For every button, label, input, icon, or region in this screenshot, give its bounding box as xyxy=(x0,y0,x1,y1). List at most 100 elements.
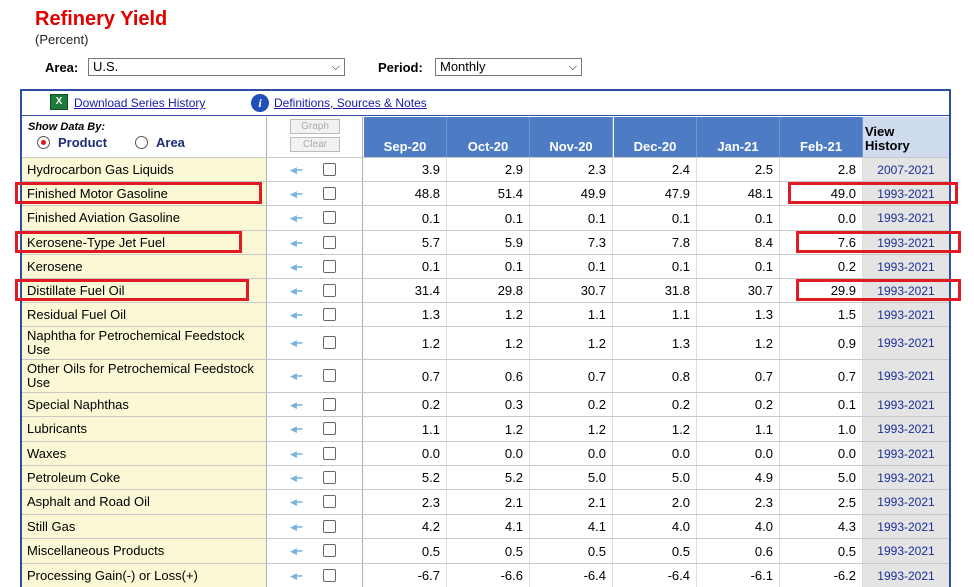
value-cell: 2.5 xyxy=(780,490,863,514)
key-icon[interactable]: ◀━ xyxy=(290,570,302,582)
area-radio-label[interactable]: Area xyxy=(156,135,185,150)
history-link[interactable]: 1993-2021 xyxy=(863,539,949,563)
graph-checkbox[interactable] xyxy=(323,369,336,382)
key-icon[interactable]: ◀━ xyxy=(290,545,302,557)
value-cell: 2.0 xyxy=(614,490,697,514)
graph-checkbox[interactable] xyxy=(323,283,336,297)
period-select[interactable]: Monthly ⌵ xyxy=(435,58,582,76)
history-link[interactable]: 1993-2021 xyxy=(863,564,949,587)
page-subtitle: (Percent) xyxy=(35,32,89,47)
product-radio-label[interactable]: Product xyxy=(58,135,107,150)
graph-checkbox[interactable] xyxy=(323,519,336,533)
history-link[interactable]: 1993-2021 xyxy=(863,255,949,278)
value-cell: 0.7 xyxy=(780,360,863,392)
graph-checkbox[interactable] xyxy=(323,186,336,200)
graph-checkbox[interactable] xyxy=(323,568,336,582)
history-link[interactable]: 1993-2021 xyxy=(863,327,949,359)
product-name: Distillate Fuel Oil xyxy=(22,279,267,302)
graph-checkbox[interactable] xyxy=(323,162,336,176)
value-cell: 48.1 xyxy=(697,182,780,205)
history-link[interactable]: 1993-2021 xyxy=(863,279,949,302)
graph-checkbox[interactable] xyxy=(323,422,336,435)
history-link[interactable]: 2007-2021 xyxy=(863,158,949,181)
value-cell: 5.7 xyxy=(364,231,447,254)
history-link[interactable]: 1993-2021 xyxy=(863,442,949,465)
value-cell: 1.1 xyxy=(614,303,697,326)
history-link[interactable]: 1993-2021 xyxy=(863,182,949,205)
history-link[interactable]: 1993-2021 xyxy=(863,466,949,489)
key-icon[interactable]: ◀━ xyxy=(290,309,302,321)
download-series-history-link[interactable]: Download Series History xyxy=(74,96,205,110)
month-header: Dec-20 xyxy=(614,117,697,157)
graph-checkbox[interactable] xyxy=(323,235,336,249)
history-link[interactable]: 1993-2021 xyxy=(863,490,949,514)
value-cell: 0.7 xyxy=(364,360,447,392)
value-cell: 0.5 xyxy=(364,539,447,563)
value-cell: 1.2 xyxy=(364,327,447,359)
row-controls: ◀━ xyxy=(268,417,363,441)
history-link[interactable]: 1993-2021 xyxy=(863,206,949,230)
value-cell: -6.4 xyxy=(614,564,697,587)
value-cell: 2.5 xyxy=(697,158,780,181)
view-history-line2: History xyxy=(865,138,910,153)
product-name: Finished Motor Gasoline xyxy=(22,182,267,205)
graph-checkbox[interactable] xyxy=(323,495,336,508)
key-icon[interactable]: ◀━ xyxy=(290,472,302,484)
graph-button[interactable]: Graph xyxy=(290,119,340,134)
graph-checkbox[interactable] xyxy=(323,470,336,484)
history-link[interactable]: 1993-2021 xyxy=(863,515,949,538)
history-link[interactable]: 1993-2021 xyxy=(863,393,949,416)
month-header: Oct-20 xyxy=(447,117,530,157)
key-icon[interactable]: ◀━ xyxy=(290,448,302,460)
history-link[interactable]: 1993-2021 xyxy=(863,303,949,326)
key-icon[interactable]: ◀━ xyxy=(290,399,302,411)
graph-checkbox[interactable] xyxy=(323,211,336,224)
key-icon[interactable]: ◀━ xyxy=(290,370,302,382)
key-icon[interactable]: ◀━ xyxy=(290,237,302,249)
key-icon[interactable]: ◀━ xyxy=(290,337,302,349)
history-link[interactable]: 1993-2021 xyxy=(863,417,949,441)
history-link[interactable]: 1993-2021 xyxy=(863,231,949,254)
graph-checkbox[interactable] xyxy=(323,397,336,411)
value-cell: 0.0 xyxy=(780,206,863,230)
product-name: Still Gas xyxy=(22,515,267,538)
key-icon[interactable]: ◀━ xyxy=(290,188,302,200)
area-select[interactable]: U.S. ⌵ xyxy=(88,58,345,76)
row-controls: ◀━ xyxy=(268,490,363,514)
table-row: Lubricants ◀━ 1.1 1.2 1.2 1.2 1.1 1.0 1993-2021 xyxy=(22,416,949,441)
product-name: Hydrocarbon Gas Liquids xyxy=(22,158,267,181)
value-cell: 0.5 xyxy=(530,539,613,563)
value-cell: 49.9 xyxy=(530,182,613,205)
key-icon[interactable]: ◀━ xyxy=(290,212,302,224)
product-radio[interactable] xyxy=(37,136,50,149)
history-link[interactable]: 1993-2021 xyxy=(863,360,949,392)
value-cell: 8.4 xyxy=(697,231,780,254)
key-icon[interactable]: ◀━ xyxy=(290,261,302,273)
definitions-link[interactable]: Definitions, Sources & Notes xyxy=(274,96,427,110)
key-icon[interactable]: ◀━ xyxy=(290,423,302,435)
key-icon[interactable]: ◀━ xyxy=(290,164,302,176)
product-name: Finished Aviation Gasoline xyxy=(22,206,267,230)
key-icon[interactable]: ◀━ xyxy=(290,521,302,533)
value-cell: -6.2 xyxy=(780,564,863,587)
graph-checkbox[interactable] xyxy=(323,544,336,557)
info-icon[interactable]: i xyxy=(251,94,269,112)
value-cell: 0.5 xyxy=(447,539,530,563)
key-icon[interactable]: ◀━ xyxy=(290,496,302,508)
value-cell: 0.7 xyxy=(697,360,780,392)
area-radio[interactable] xyxy=(135,136,148,149)
value-cell: 0.1 xyxy=(614,206,697,230)
graph-controls-header: Graph Clear xyxy=(268,117,363,157)
value-cell: 30.7 xyxy=(697,279,780,302)
clear-button[interactable]: Clear xyxy=(290,137,340,152)
table-row: Finished Aviation Gasoline ◀━ 0.1 0.1 0.1 0.1… xyxy=(22,205,949,230)
product-name: Petroleum Coke xyxy=(22,466,267,489)
key-icon[interactable]: ◀━ xyxy=(290,285,302,297)
graph-checkbox[interactable] xyxy=(323,446,336,460)
value-cell: 7.3 xyxy=(530,231,613,254)
excel-icon[interactable]: X xyxy=(50,94,68,110)
value-cell: 0.1 xyxy=(614,255,697,278)
graph-checkbox[interactable] xyxy=(323,336,336,349)
graph-checkbox[interactable] xyxy=(323,259,336,273)
graph-checkbox[interactable] xyxy=(323,307,336,321)
